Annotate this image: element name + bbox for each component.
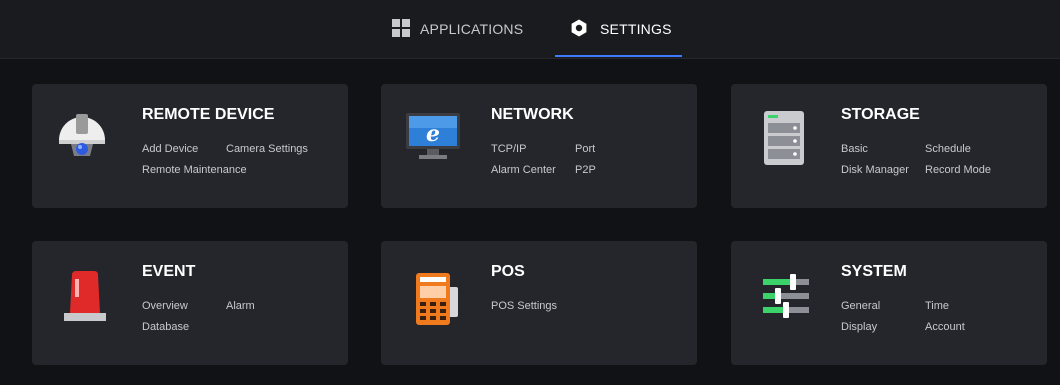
card-system-title: SYSTEM <box>841 263 907 280</box>
card-pos[interactable]: POS POS Settings <box>381 241 697 365</box>
link-disk-manager[interactable]: Disk Manager <box>841 164 909 176</box>
link-general[interactable]: General <box>841 300 880 312</box>
card-event[interactable]: EVENT Overview Alarm Database <box>32 241 348 365</box>
link-account[interactable]: Account <box>925 321 965 333</box>
tab-applications-label: APPLICATIONS <box>420 21 524 37</box>
link-alarm[interactable]: Alarm <box>226 300 255 312</box>
svg-text:e: e <box>426 121 440 147</box>
link-tcp-ip[interactable]: TCP/IP <box>491 143 526 155</box>
active-tab-indicator <box>555 55 682 57</box>
link-pos-settings[interactable]: POS Settings <box>491 300 557 312</box>
monitor-browser-icon: e <box>405 112 461 167</box>
card-pos-title: POS <box>491 263 525 280</box>
card-system[interactable]: SYSTEM General Time Display Account <box>731 241 1047 365</box>
link-database[interactable]: Database <box>142 321 189 333</box>
pos-terminal-icon <box>414 269 460 332</box>
link-remote-maintenance[interactable]: Remote Maintenance <box>142 164 247 176</box>
tab-settings[interactable]: SETTINGS <box>555 0 682 58</box>
top-tab-bar: APPLICATIONS SETTINGS <box>0 0 1060 59</box>
link-basic[interactable]: Basic <box>841 143 868 155</box>
dome-camera-icon <box>57 112 107 169</box>
card-storage-title: STORAGE <box>841 106 920 123</box>
link-add-device[interactable]: Add Device <box>142 143 198 155</box>
gear-icon <box>570 19 588 40</box>
card-network-title: NETWORK <box>491 106 574 123</box>
link-overview[interactable]: Overview <box>142 300 188 312</box>
alarm-light-icon <box>60 269 110 330</box>
card-remote-device-title: REMOTE DEVICE <box>142 106 275 123</box>
link-schedule[interactable]: Schedule <box>925 143 971 155</box>
link-time[interactable]: Time <box>925 300 949 312</box>
link-p2p[interactable]: P2P <box>575 164 596 176</box>
card-storage[interactable]: STORAGE Basic Schedule Disk Manager Reco… <box>731 84 1047 208</box>
link-camera-settings[interactable]: Camera Settings <box>226 143 308 155</box>
link-record-mode[interactable]: Record Mode <box>925 164 991 176</box>
card-event-title: EVENT <box>142 263 196 280</box>
link-alarm-center[interactable]: Alarm Center <box>491 164 556 176</box>
grid-icon <box>392 18 410 40</box>
card-remote-device[interactable]: REMOTE DEVICE Add Device Camera Settings… <box>32 84 348 208</box>
card-network[interactable]: e NETWORK TCP/IP Port Alarm Center P2P <box>381 84 697 208</box>
link-port[interactable]: Port <box>575 143 595 155</box>
server-icon <box>763 110 805 171</box>
tab-applications[interactable]: APPLICATIONS <box>392 0 523 58</box>
link-display[interactable]: Display <box>841 321 877 333</box>
tab-settings-label: SETTINGS <box>600 21 672 37</box>
sliders-icon <box>761 271 811 326</box>
